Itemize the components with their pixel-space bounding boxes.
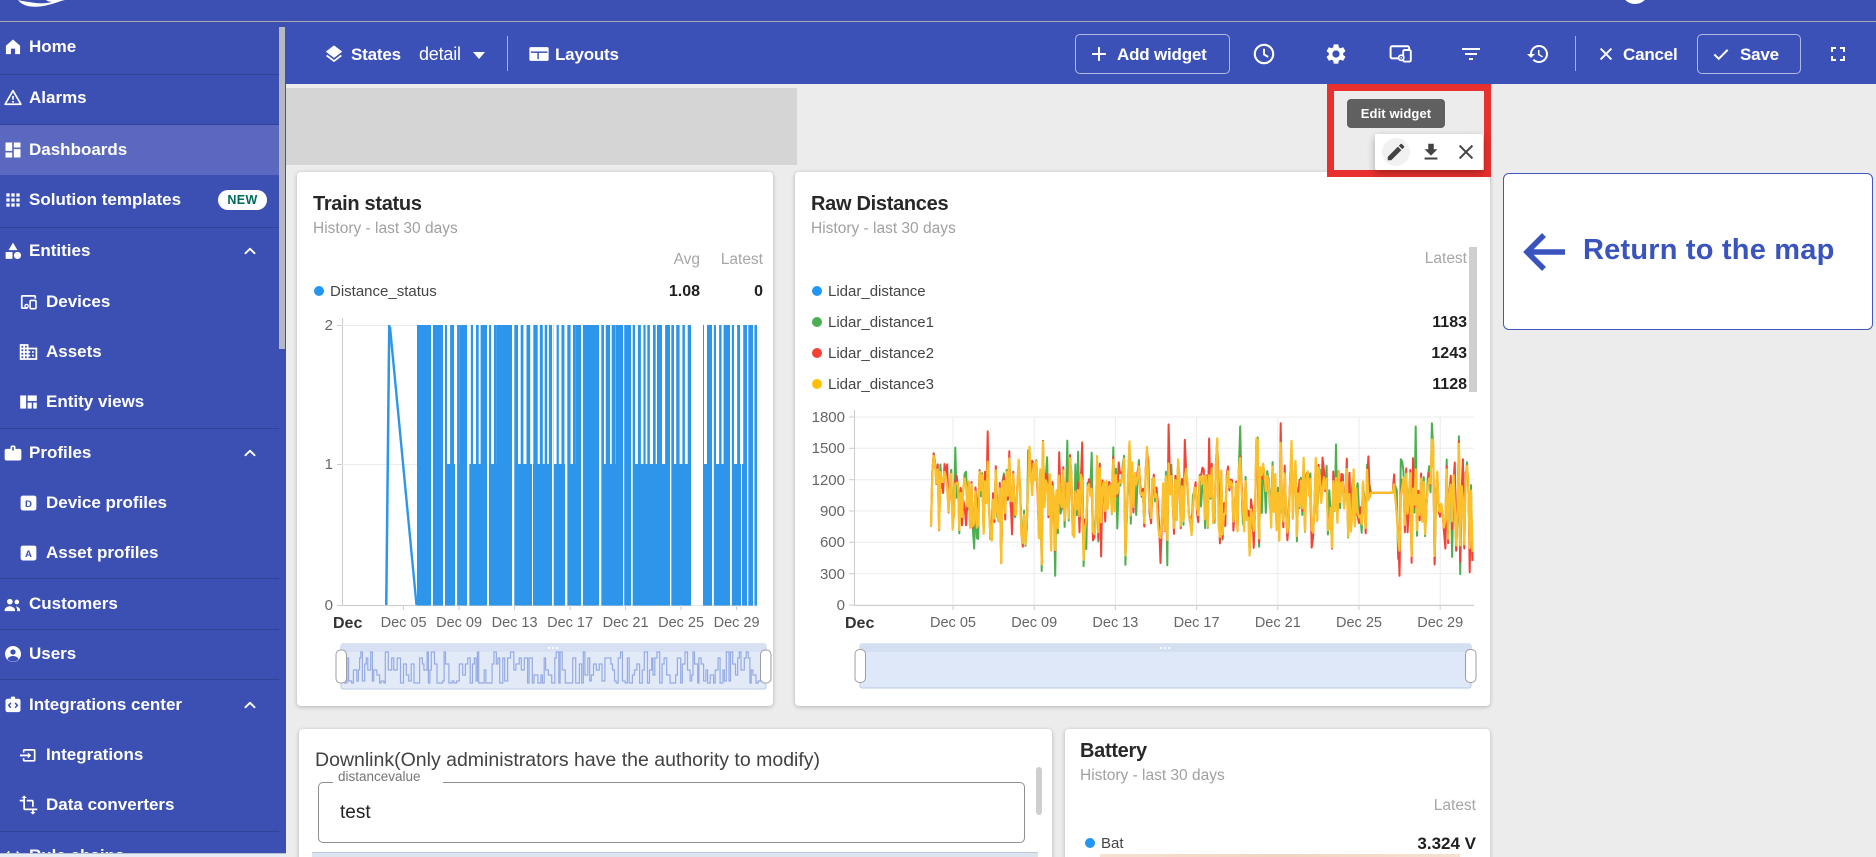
svg-text:Dec 25: Dec 25 (1336, 615, 1382, 631)
svg-text:Dec 21: Dec 21 (603, 615, 649, 631)
svg-text:Dec 09: Dec 09 (1011, 615, 1057, 631)
svg-text:Dec 17: Dec 17 (547, 615, 593, 631)
svg-text:Dec 09: Dec 09 (436, 615, 482, 631)
svg-text:1800: 1800 (812, 409, 845, 426)
svg-text:0: 0 (837, 597, 845, 614)
svg-text:0: 0 (325, 597, 333, 614)
svg-text:A: A (25, 549, 32, 560)
svg-text:Dec 17: Dec 17 (1174, 615, 1220, 631)
svg-text:1200: 1200 (812, 472, 845, 489)
svg-text:Dec 13: Dec 13 (1092, 615, 1138, 631)
svg-text:Dec: Dec (845, 615, 874, 632)
svg-text:Dec 29: Dec 29 (1417, 615, 1463, 631)
svg-text:Dec 05: Dec 05 (930, 615, 976, 631)
svg-text:900: 900 (820, 503, 845, 520)
svg-text:300: 300 (820, 566, 845, 583)
svg-text:Dec 25: Dec 25 (658, 615, 704, 631)
svg-text:Dec 05: Dec 05 (381, 615, 427, 631)
svg-text:Dec 13: Dec 13 (492, 615, 538, 631)
svg-text:Dec 29: Dec 29 (714, 615, 760, 631)
svg-text:1: 1 (325, 456, 333, 473)
svg-text:1500: 1500 (812, 440, 845, 457)
svg-text:600: 600 (820, 534, 845, 551)
svg-text:Dec 21: Dec 21 (1255, 615, 1301, 631)
svg-text:2: 2 (325, 317, 333, 334)
svg-text:Dec: Dec (333, 615, 362, 632)
svg-text:D: D (25, 499, 32, 510)
